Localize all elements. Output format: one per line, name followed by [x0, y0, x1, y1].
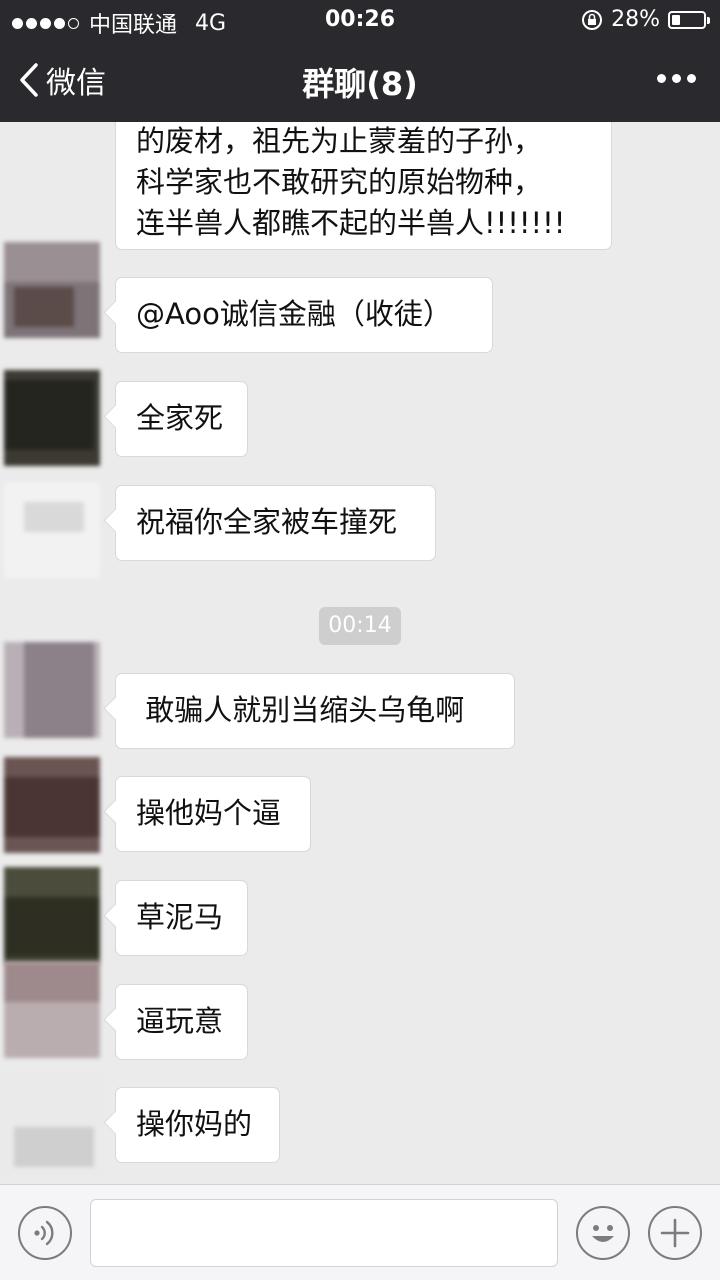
status-right: 28% — [581, 7, 710, 32]
avatar[interactable] — [4, 482, 100, 578]
plus-icon — [660, 1218, 690, 1248]
avatar[interactable] — [4, 370, 100, 466]
battery-percent: 28% — [611, 7, 660, 32]
input-bar — [0, 1184, 720, 1280]
voice-button[interactable] — [18, 1206, 72, 1260]
emoji-icon — [592, 1225, 614, 1242]
message-bubble[interactable]: 敢骗人就别当缩头乌龟啊 — [115, 673, 515, 749]
battery-icon — [668, 10, 710, 29]
nav-bar: 微信 群聊(8) — [0, 40, 720, 122]
message-input[interactable] — [90, 1199, 558, 1267]
voice-icon — [34, 1220, 54, 1246]
emoji-button[interactable] — [576, 1206, 630, 1260]
message-bubble[interactable]: @Aoo诚信金融（收徒） — [115, 277, 493, 353]
avatar[interactable] — [4, 962, 100, 1058]
timestamp-pill: 00:14 — [319, 607, 401, 645]
avatar[interactable] — [4, 642, 100, 738]
message-bubble[interactable]: 操你妈的 — [115, 1087, 280, 1163]
status-bar: 中国联通 4G 00:26 28% — [0, 0, 720, 40]
message-bubble[interactable]: 操他妈个逼 — [115, 776, 311, 852]
avatar[interactable] — [4, 1077, 100, 1173]
plus-button[interactable] — [648, 1206, 702, 1260]
more-button[interactable] — [657, 74, 696, 83]
message-bubble[interactable]: 全家死 — [115, 381, 248, 457]
message-bubble[interactable]: 逼玩意 — [115, 984, 248, 1060]
avatar[interactable] — [4, 867, 100, 963]
rotation-lock-icon — [582, 9, 603, 30]
chat-title: 群聊(8) — [302, 65, 418, 103]
message-bubble[interactable]: 草泥马 — [115, 880, 248, 956]
avatar[interactable] — [4, 242, 100, 338]
message-bubble[interactable]: 的废材，祖先为止蒙羞的子孙， 科学家也不敢研究的原始物种， 连半兽人都瞧不起的半… — [115, 122, 612, 250]
message-bubble[interactable]: 祝福你全家被车撞死 — [115, 485, 436, 561]
chat-area[interactable]: 的废材，祖先为止蒙羞的子孙， 科学家也不敢研究的原始物种， 连半兽人都瞧不起的半… — [0, 122, 720, 1184]
more-icon — [657, 74, 666, 83]
avatar[interactable] — [4, 757, 100, 853]
battery-fill — [672, 14, 680, 25]
